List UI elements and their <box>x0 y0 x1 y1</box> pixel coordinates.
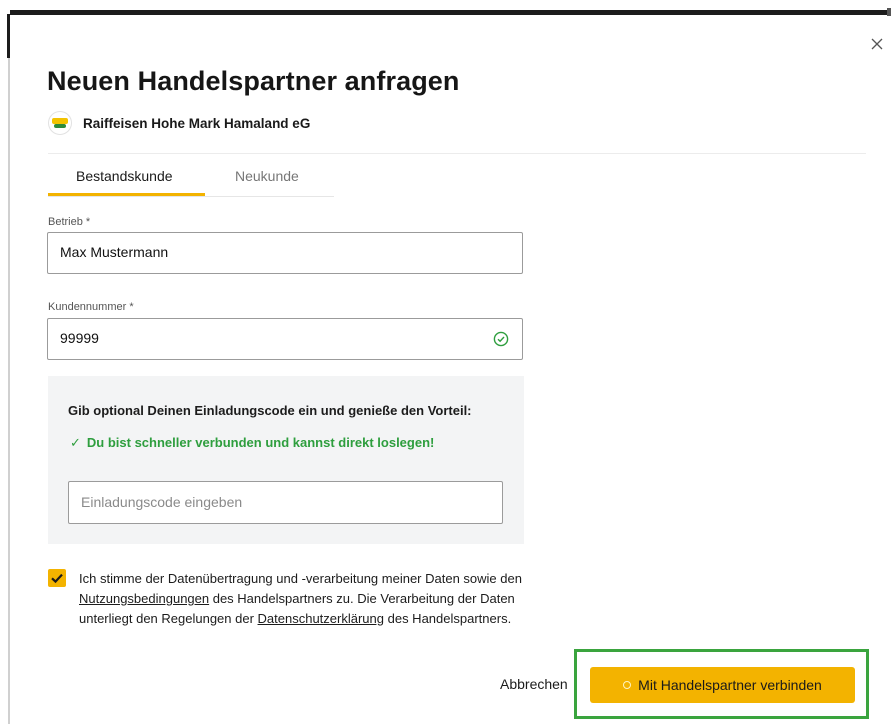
terms-link[interactable]: Nutzungsbedingungen <box>79 591 209 606</box>
kundennummer-label: Kundennummer * <box>48 301 134 313</box>
betrieb-field-box <box>47 232 523 274</box>
privacy-policy-link[interactable]: Datenschutzerklärung <box>258 611 384 626</box>
kundennummer-field-box <box>47 318 523 360</box>
connect-partner-button[interactable]: Mit Handelspartner verbinden <box>590 667 855 703</box>
partner-name: Raiffeisen Hohe Mark Hamaland eG <box>83 115 311 131</box>
cancel-button[interactable]: Abbrechen <box>500 676 568 692</box>
close-icon[interactable] <box>869 36 885 52</box>
window-top-edge <box>10 10 891 15</box>
invite-title: Gib optional Deinen Einladungscode ein u… <box>68 403 472 418</box>
tab-bestandskunde[interactable]: Bestandskunde <box>76 168 173 184</box>
customer-type-tabs: Bestandskunde Neukunde <box>48 160 334 197</box>
invite-benefit: ✓ Du bist schneller verbunden und kannst … <box>70 435 434 451</box>
check-circle-icon <box>493 331 509 347</box>
consent-text-part-3: des Handelspartners. <box>384 611 512 626</box>
consent-text: Ich stimme der Datenübertragung und -ver… <box>79 569 539 629</box>
active-tab-indicator <box>48 193 205 196</box>
connect-partner-label: Mit Handelspartner verbinden <box>638 677 822 693</box>
consent-text-part-1: Ich stimme der Datenübertragung und -ver… <box>79 571 522 586</box>
invite-code-input[interactable] <box>69 482 481 521</box>
dialog-title: Neuen Handelspartner anfragen <box>47 66 460 96</box>
betrieb-label: Betrieb * <box>48 216 91 228</box>
betrieb-field[interactable] <box>48 233 480 271</box>
window-corner-mark <box>887 8 891 16</box>
header-divider <box>48 153 866 154</box>
invite-benefit-text: Du bist schneller verbunden und kannst d… <box>86 435 435 450</box>
window-left-border <box>8 58 10 724</box>
kundennummer-field[interactable] <box>48 319 480 357</box>
checkmark-icon <box>51 573 63 584</box>
window-left-edge <box>7 14 10 58</box>
tab-neukunde[interactable]: Neukunde <box>235 168 299 184</box>
partner-info: Raiffeisen Hohe Mark Hamaland eG <box>48 111 310 135</box>
benefit-check-icon: ✓ <box>70 435 81 450</box>
consent-checkbox[interactable] <box>48 569 66 587</box>
invite-code-box <box>68 481 503 524</box>
invite-code-panel: Gib optional Deinen Einladungscode ein u… <box>48 376 524 544</box>
partner-logo <box>48 111 72 135</box>
button-dot-icon <box>623 681 632 689</box>
